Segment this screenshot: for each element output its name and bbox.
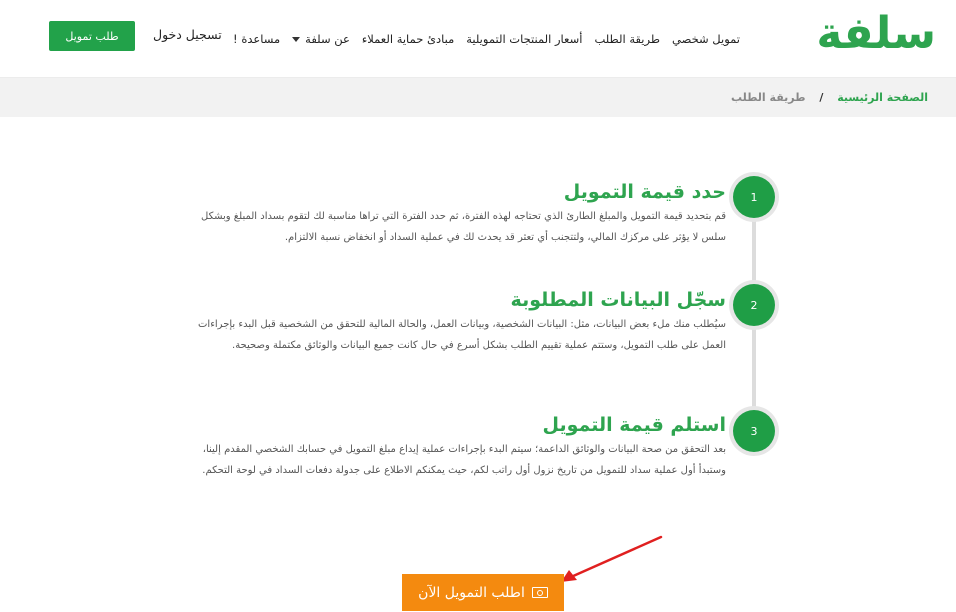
cash-icon	[531, 587, 548, 598]
step-item: حدد قيمة التمويل قم بتحديد قيمة التمويل …	[196, 180, 726, 248]
login-link[interactable]: تسجيل دخول	[153, 27, 222, 42]
step-item: استلم قيمة التمويل بعد التحقق من صحة الب…	[196, 413, 726, 481]
step-title: حدد قيمة التمويل	[563, 181, 726, 203]
step-title: استلم قيمة التمويل	[542, 414, 726, 436]
breadcrumb-home-link[interactable]: الصفحة الرئيسية	[837, 91, 928, 104]
main-nav: تمويل شخصي طريقة الطلب أسعار المنتجات ال…	[221, 31, 740, 47]
step-description: قم بتحديد قيمة التمويل والمبلغ الطارئ ال…	[201, 211, 726, 243]
nav-help[interactable]: مساعدة !	[233, 31, 280, 47]
apply-now-label: اطلب التمويل الآن	[418, 584, 525, 601]
nav-about-dropdown[interactable]: عن سلفة	[292, 31, 350, 47]
step-number-badge: 2	[733, 284, 775, 326]
step-title: سجّل البيانات المطلوبة	[510, 289, 726, 311]
nav-about-label: عن سلفة	[305, 32, 350, 46]
breadcrumb-separator: /	[819, 91, 824, 104]
breadcrumb: الصفحة الرئيسية / طريقة الطلب	[731, 91, 928, 104]
step-number-badge: 3	[733, 410, 775, 452]
breadcrumb-current: طريقة الطلب	[730, 91, 806, 104]
nav-product-prices[interactable]: أسعار المنتجات التمويلية	[466, 31, 582, 47]
step-description: بعد التحقق من صحة البيانات والوثائق الدا…	[202, 444, 726, 476]
step-description: سيُطلب منك ملء بعض البيانات، مثل: البيان…	[198, 319, 726, 351]
nav-how-to-apply[interactable]: طريقة الطلب	[594, 31, 660, 47]
site-header: سلفة تمويل شخصي طريقة الطلب أسعار المنتج…	[0, 0, 956, 76]
chevron-down-icon	[292, 36, 301, 42]
request-finance-button[interactable]: طلب تمويل	[49, 21, 135, 51]
annotation-arrow	[561, 535, 663, 582]
breadcrumb-bar: الصفحة الرئيسية / طريقة الطلب	[0, 77, 956, 117]
apply-now-button[interactable]: اطلب التمويل الآن	[402, 574, 564, 611]
nav-customer-protection[interactable]: مبادئ حماية العملاء	[362, 31, 454, 47]
site-logo[interactable]: سلفة	[816, 6, 936, 62]
step-number-badge: 1	[733, 176, 775, 218]
nav-personal-finance[interactable]: تمويل شخصي	[672, 31, 740, 47]
step-item: سجّل البيانات المطلوبة سيُطلب منك ملء بع…	[196, 288, 726, 356]
